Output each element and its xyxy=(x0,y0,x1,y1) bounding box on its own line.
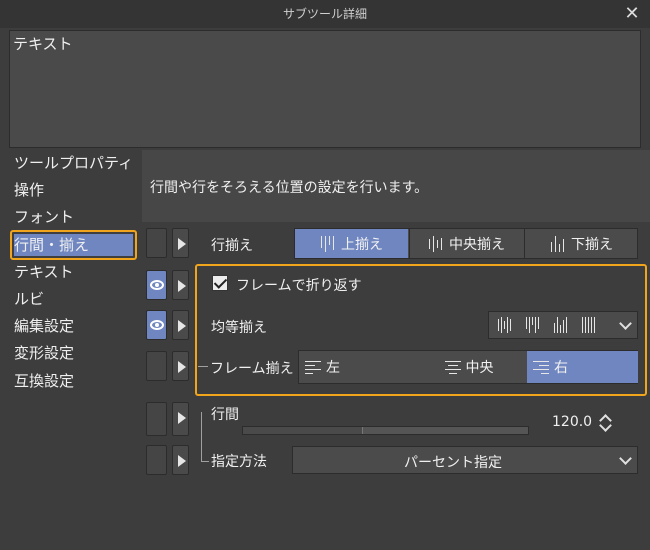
align-top-button[interactable]: 上揃え xyxy=(295,229,408,258)
align-center-icon xyxy=(444,359,463,375)
frame-align-segmented: 左 中央 右 xyxy=(298,350,638,384)
line-align-label: 行揃え xyxy=(211,238,253,254)
sidebar-item-transform-settings[interactable]: 変形設定 xyxy=(14,340,136,366)
close-icon[interactable]: ✕ xyxy=(622,4,642,24)
align-middle-icon xyxy=(428,235,446,252)
distribute-full-icon xyxy=(581,317,597,333)
expand-arrow-icon[interactable] xyxy=(172,351,189,381)
frame-align-center-label: 中央 xyxy=(465,360,494,376)
wrap-frame-label: フレームで折り返す xyxy=(236,278,362,294)
expand-arrow-icon[interactable] xyxy=(172,402,189,436)
description-panel: 行間や行をそろえる位置の設定を行います。 xyxy=(142,150,650,222)
tree-line xyxy=(201,412,202,462)
display-toggle[interactable] xyxy=(146,351,167,381)
sidebar-item-text[interactable]: テキスト xyxy=(14,259,136,285)
frame-align-left-label: 左 xyxy=(326,360,340,376)
align-bottom-label: 下揃え xyxy=(571,236,613,253)
sidebar-item-line-spacing-align[interactable]: 行間・揃え xyxy=(14,232,136,258)
expand-arrow-icon[interactable] xyxy=(172,270,189,300)
sidebar-item-ruby[interactable]: ルビ xyxy=(14,286,136,312)
spacing-method-label: 指定方法 xyxy=(211,454,267,470)
align-top-icon xyxy=(320,235,338,252)
sidebar-item-compat-settings[interactable]: 互換設定 xyxy=(14,368,136,394)
distribute-top-icon xyxy=(525,317,541,333)
expand-arrow-icon[interactable] xyxy=(172,310,189,340)
align-middle-label: 中央揃え xyxy=(449,236,505,253)
expand-arrow-icon[interactable] xyxy=(172,228,189,258)
expand-arrow-icon[interactable] xyxy=(172,445,189,475)
frame-align-left-button[interactable]: 左 xyxy=(299,351,412,383)
display-toggle[interactable] xyxy=(146,228,167,258)
align-bottom-button[interactable]: 下揃え xyxy=(524,229,638,258)
sidebar-item-font[interactable]: フォント xyxy=(14,204,136,230)
preview-text: テキスト xyxy=(13,35,73,53)
sidebar-item-edit-settings[interactable]: 編集設定 xyxy=(14,313,136,339)
tree-connector xyxy=(201,461,209,462)
visibility-toggle[interactable] xyxy=(146,310,167,340)
eye-icon xyxy=(150,280,164,290)
preview-area: テキスト xyxy=(9,30,641,148)
distribute-label: 均等揃え xyxy=(211,320,267,336)
display-toggle[interactable] xyxy=(146,445,167,475)
chevron-down-icon xyxy=(619,317,632,330)
align-top-label: 上揃え xyxy=(341,236,383,253)
distribute-dropdown[interactable] xyxy=(488,311,638,339)
line-spacing-slider-fill xyxy=(243,427,363,434)
tree-connector xyxy=(198,366,208,367)
description-text: 行間や行をそろえる位置の設定を行います。 xyxy=(150,180,429,196)
frame-align-label: フレーム揃え xyxy=(210,361,294,377)
frame-align-center-button[interactable]: 中央 xyxy=(412,351,526,383)
line-align-segmented: 上揃え 中央揃え 下揃え xyxy=(294,228,638,259)
line-spacing-value[interactable]: 120.0 xyxy=(552,414,592,430)
spinner-updown-icon[interactable] xyxy=(598,412,612,432)
wrap-frame-checkbox[interactable] xyxy=(212,275,228,291)
chevron-down-icon xyxy=(619,452,632,465)
sidebar-item-operation[interactable]: 操作 xyxy=(14,177,136,203)
spacing-method-dropdown[interactable]: パーセント指定 xyxy=(292,446,638,474)
line-spacing-slider[interactable] xyxy=(242,426,529,435)
eye-icon xyxy=(150,320,164,330)
distribute-even-icon xyxy=(497,317,513,333)
sidebar-item-tool-property[interactable]: ツールプロパティ xyxy=(14,150,136,176)
frame-align-right-button[interactable]: 右 xyxy=(527,351,638,383)
align-left-icon xyxy=(305,359,323,375)
align-bottom-icon xyxy=(550,235,568,252)
spacing-method-value: パーセント指定 xyxy=(404,455,502,471)
align-right-icon xyxy=(533,359,551,375)
align-middle-button[interactable]: 中央揃え xyxy=(409,229,523,258)
display-toggle[interactable] xyxy=(146,402,167,436)
window-title: サブツール詳細 xyxy=(282,7,367,21)
distribute-bottom-icon xyxy=(553,317,569,333)
frame-align-right-label: 右 xyxy=(554,360,568,376)
visibility-toggle[interactable] xyxy=(146,270,167,300)
line-spacing-label: 行間 xyxy=(211,407,239,423)
